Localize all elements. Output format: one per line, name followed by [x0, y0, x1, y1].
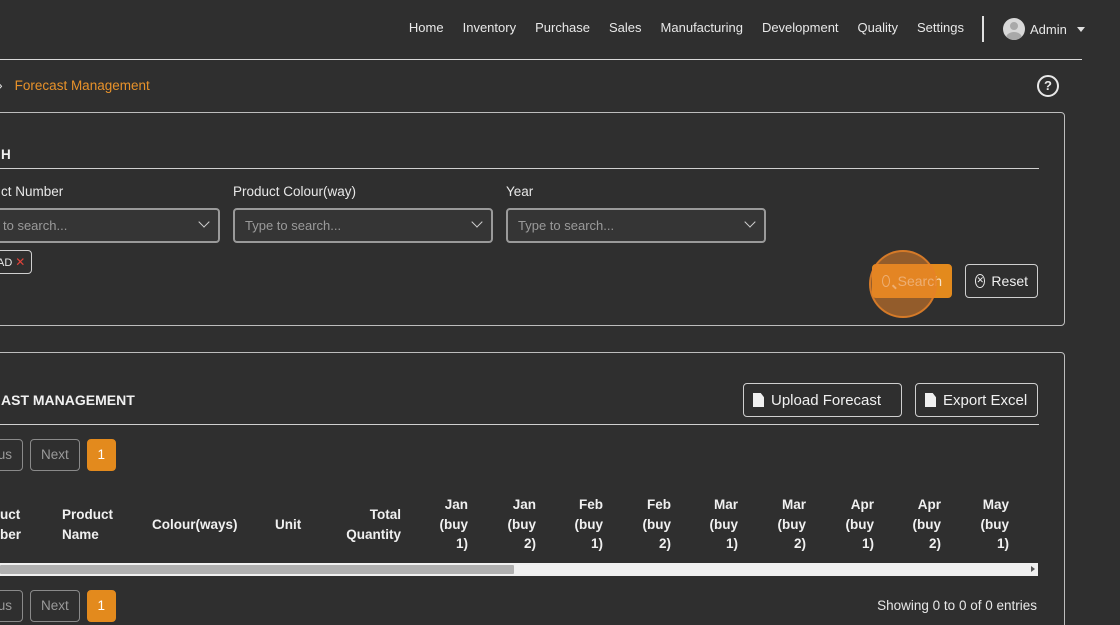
- nav-sales[interactable]: Sales: [609, 20, 642, 35]
- upload-forecast-button[interactable]: Upload Forecast: [743, 383, 902, 417]
- chevron-down-icon: [471, 216, 483, 228]
- reset-button-label: Reset: [991, 273, 1028, 289]
- breadcrumb: › Forecast Management: [0, 77, 150, 93]
- breadcrumb-current: Forecast Management: [14, 77, 150, 93]
- product-number-select[interactable]: to search...: [0, 208, 220, 243]
- forecast-section-title: AST MANAGEMENT: [1, 392, 135, 408]
- forecast-card: AST MANAGEMENT: [0, 352, 1065, 625]
- col-feb-buy-2[interactable]: Feb (buy 2): [631, 495, 672, 554]
- col-colourways[interactable]: Colour(ways): [152, 515, 238, 535]
- nav-home[interactable]: Home: [409, 20, 444, 35]
- chevron-right-icon: ›: [0, 77, 3, 93]
- filter-chip: AD ✕: [0, 250, 33, 274]
- help-icon[interactable]: ?: [1037, 75, 1059, 97]
- close-circle-icon: ✕: [975, 274, 986, 288]
- search-button[interactable]: Search: [872, 264, 952, 298]
- col-unit[interactable]: Unit: [275, 515, 301, 535]
- search-section-title: H: [1, 147, 11, 162]
- product-number-placeholder: to search...: [3, 218, 68, 233]
- col-total-quantity[interactable]: Total Quantity: [330, 505, 401, 544]
- nav-development[interactable]: Development: [762, 20, 839, 35]
- col-mar-buy-2[interactable]: Mar (buy 2): [766, 495, 807, 554]
- file-download-icon: [925, 393, 936, 407]
- remove-chip-icon[interactable]: ✕: [15, 255, 25, 269]
- scrollbar-thumb[interactable]: [0, 565, 514, 574]
- col-apr-buy-2[interactable]: Apr (buy 2): [901, 495, 942, 554]
- year-placeholder: Type to search...: [518, 218, 615, 233]
- nav-inventory[interactable]: Inventory: [463, 20, 516, 35]
- export-excel-label: Export Excel: [943, 391, 1028, 409]
- search-icon: [882, 275, 890, 287]
- product-colourway-label: Product Colour(way): [233, 184, 357, 199]
- col-product-name[interactable]: Product Name: [62, 505, 113, 544]
- reset-button[interactable]: ✕ Reset: [965, 264, 1038, 298]
- previous-button[interactable]: us: [0, 590, 23, 622]
- forecast-divider: [0, 424, 1039, 425]
- page-1-button[interactable]: 1: [86, 439, 116, 471]
- scroll-right-icon[interactable]: [1031, 566, 1035, 572]
- nav-settings[interactable]: Settings: [917, 20, 964, 35]
- col-jan-buy-2[interactable]: Jan (buy 2): [496, 495, 537, 554]
- search-button-label: Search: [897, 273, 942, 289]
- nav-purchase[interactable]: Purchase: [535, 20, 590, 35]
- page-1-button[interactable]: 1: [86, 590, 116, 622]
- upload-forecast-label: Upload Forecast: [771, 391, 882, 409]
- year-label: Year: [506, 184, 534, 199]
- next-button[interactable]: Next: [30, 590, 80, 622]
- pagination-bottom: us Next 1: [0, 590, 123, 622]
- nav-manufacturing[interactable]: Manufacturing: [661, 20, 743, 35]
- product-colourway-placeholder: Type to search...: [245, 218, 342, 233]
- product-number-label: ct Number: [1, 184, 64, 199]
- col-mar-buy-1[interactable]: Mar (buy 1): [698, 495, 739, 554]
- file-upload-icon: [753, 393, 764, 407]
- previous-button[interactable]: us: [0, 439, 23, 471]
- col-jan-buy-1[interactable]: Jan (buy 1): [428, 495, 469, 554]
- year-select[interactable]: Type to search...: [506, 208, 766, 243]
- export-excel-button[interactable]: Export Excel: [915, 383, 1038, 417]
- product-colourway-select[interactable]: Type to search...: [233, 208, 493, 243]
- horizontal-scrollbar[interactable]: [0, 563, 1038, 576]
- pagination-top: us Next 1: [0, 439, 123, 471]
- user-menu[interactable]: Admin: [1003, 18, 1085, 40]
- chevron-down-icon: [744, 216, 756, 228]
- chevron-down-icon: [198, 216, 210, 228]
- avatar: [1003, 18, 1025, 40]
- nav-menu: Home Inventory Purchase Sales Manufactur…: [390, 20, 964, 35]
- nav-quality[interactable]: Quality: [858, 20, 898, 35]
- col-apr-buy-1[interactable]: Apr (buy 1): [834, 495, 875, 554]
- search-divider: [0, 168, 1039, 169]
- col-may-buy-1[interactable]: May (buy 1): [969, 495, 1010, 554]
- top-navbar: Home Inventory Purchase Sales Manufactur…: [0, 0, 1085, 60]
- entries-info: Showing 0 to 0 of 0 entries: [877, 598, 1037, 613]
- col-feb-buy-1[interactable]: Feb (buy 1): [563, 495, 604, 554]
- next-button[interactable]: Next: [30, 439, 80, 471]
- caret-down-icon: [1076, 26, 1085, 32]
- nav-divider: [982, 16, 984, 42]
- col-product-number[interactable]: uct ber: [0, 505, 21, 544]
- user-name: Admin: [1030, 21, 1067, 37]
- filter-chip-label: AD: [0, 257, 13, 269]
- table-header: uct ber Product Name Colour(ways) Unit Tot…: [0, 495, 1038, 557]
